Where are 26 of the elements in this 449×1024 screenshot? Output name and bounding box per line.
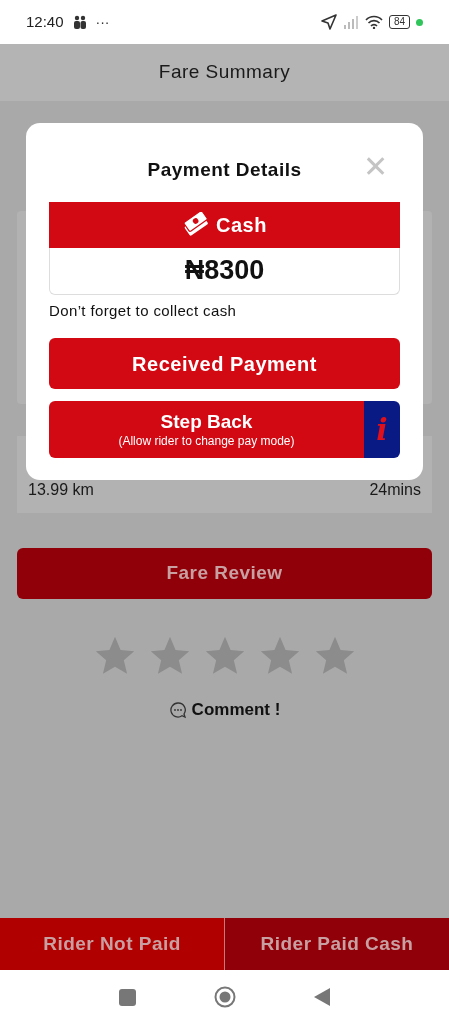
step-back-button[interactable]: Step Back (Allow rider to change pay mode) [49, 401, 364, 458]
chat-bubble-icon [168, 700, 187, 719]
amount-due: ₦8300 [184, 254, 265, 288]
location-arrow-icon [320, 14, 337, 30]
signal-icon [342, 15, 359, 29]
duration: 24mins [369, 480, 421, 500]
clock: 12:40 [26, 11, 64, 32]
info-button[interactable]: i [364, 401, 400, 458]
back-icon[interactable] [314, 988, 330, 1006]
payment-status-button[interactable]: Rider Not Paid [0, 918, 225, 970]
comment-link[interactable]: Comment ! [191, 697, 281, 723]
payment-status-button[interactable]: Rider Paid Cash [225, 918, 449, 970]
distance: 13.99 km [28, 480, 94, 500]
more-notifications: ··· [95, 12, 110, 32]
cash-icon [182, 211, 211, 238]
fare-review-button[interactable]: Fare Review [17, 548, 432, 599]
people-icon [71, 15, 88, 29]
home-icon[interactable] [214, 986, 236, 1008]
battery-level: 84 [388, 15, 410, 29]
received-payment-button[interactable]: Received Payment [49, 338, 400, 389]
payment-method: Cash [216, 212, 267, 238]
recent-apps-icon[interactable] [119, 988, 136, 1006]
wifi-icon [364, 15, 383, 29]
collect-cash-note: Don’t forget to collect cash [49, 300, 238, 321]
dialog-title: Payment Details [147, 158, 302, 182]
header-title: Fare Summary [158, 60, 291, 85]
